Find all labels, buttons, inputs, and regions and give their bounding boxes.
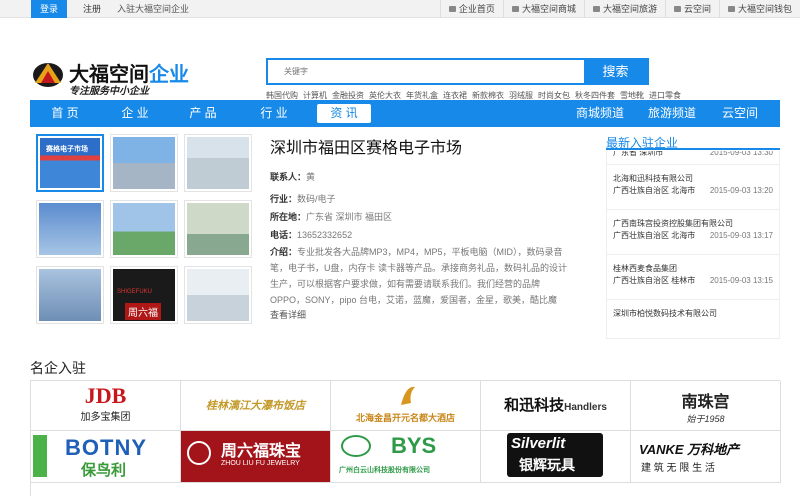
brand-jdb[interactable]: JDB 加多宝集团 [31,381,181,431]
nav-travel-channel[interactable]: 旅游频道 [642,100,702,127]
gallery-thumb[interactable] [36,266,104,324]
building-image [187,137,249,189]
main-nav: 首 页 企 业 产 品 行 业 资 讯 商城频道 旅游频道 云空间 [30,100,780,127]
building-image [187,269,249,321]
search-button[interactable]: 搜索 [584,60,647,83]
nav-mall-channel[interactable]: 商城频道 [570,100,630,127]
building-image [187,203,249,255]
company-detail: 深圳市福田区赛格电子市场 联系人：黄 行业：数码/电子 所在地：广东省 深圳市 … [270,134,570,322]
top-link-label: 云空间 [683,4,711,14]
logo-slogan: 专注服务中小企业 [69,86,149,97]
top-link-label: 大福空间钱包 [737,4,792,14]
gallery-thumb[interactable] [110,134,178,192]
top-link-wallet[interactable]: 大福空间钱包 [718,0,800,18]
company-gallery: 赛格电子市场 SHIGEFUKU 周六福 [36,134,254,330]
phone-row: 电话：13652332652 [270,230,353,240]
nav-products[interactable]: 产 品 [173,100,233,127]
gallery-thumb[interactable] [36,200,104,258]
join-link[interactable]: 入驻大福空间企业 [117,0,189,18]
brand-handlers[interactable]: 和迅科技Handlers [481,381,631,431]
baiyunshan-logo-icon [341,435,371,457]
brand-bys[interactable]: BYS 广州白云山科技股份有限公司 [331,431,481,483]
top-link-travel[interactable]: 大福空间旅游 [583,0,665,18]
plane-icon [592,6,600,12]
company-title: 深圳市福田区赛格电子市场 [270,140,463,157]
nav-home[interactable]: 首 页 [35,100,95,127]
intro-text: 介绍：专业批发各大品牌MP3，MP4，MP5，平板电脑（MID），数码录音笔，电… [270,247,568,305]
wallet-icon [727,6,735,12]
new-companies-list: 广东省 深圳市 2015-09-03 13:30 北海和迅科技有限公司 广西壮族自… [606,151,780,339]
botny-logo-icon [33,435,47,477]
nav-cloud[interactable]: 云空间 [710,100,770,127]
gallery-thumb[interactable] [110,200,178,258]
brand-vanke[interactable]: VANKE 万科地产 建 筑 无 限 生 活 [631,431,781,483]
brand-zhouliufu[interactable]: 周六福珠宝 ZHOU LIU FU JEWELRY [181,431,331,483]
building-image [113,137,175,189]
cloud-icon [673,6,681,12]
gallery-thumb[interactable]: SHIGEFUKU 周六福 [110,266,178,324]
brands-title: 名企入驻 [30,360,86,376]
shop-sign-image: SHIGEFUKU 周六福 [113,269,175,321]
search-input[interactable] [268,60,586,83]
top-link-home[interactable]: 企业首页 [439,0,503,18]
list-item[interactable]: 桂林西麦食品集团 广西壮族自治区 桂林市 2015-09-03 13:15 [607,255,779,300]
top-link-mall[interactable]: 大福空间商城 [502,0,584,18]
building-image [39,269,101,321]
brand-guilin-hotel[interactable]: 桂林漓江大瀑布饭店 [181,381,331,431]
gallery-thumb[interactable] [184,134,252,192]
industry-row: 行业：数码/电子 [270,194,336,204]
register-link[interactable]: 注册 [72,0,112,18]
zlf-logo-icon [187,441,211,465]
home-icon [448,6,456,12]
building-image [113,203,175,255]
login-link[interactable]: 登录 [31,0,67,18]
building-image [39,203,101,255]
view-detail-link[interactable]: 查看详细 [270,308,570,322]
gallery-thumb[interactable] [184,200,252,258]
search-box: 搜索 [266,58,649,85]
gallery-thumb[interactable] [184,266,252,324]
contact-row: 联系人：黄 [270,172,316,182]
top-link-cloud[interactable]: 云空间 [664,0,719,18]
list-item[interactable]: 广东省 深圳市 2015-09-03 13:30 [607,151,779,165]
panel-title: 最新入驻企业 [606,134,780,150]
nav-enterprise[interactable]: 企 业 [105,100,165,127]
brand-silverlit[interactable]: Silverlit 银辉玩具 [481,431,631,483]
storefront-image: 赛格电子市场 [40,138,100,188]
gallery-thumb[interactable]: 赛格电子市场 [36,134,104,192]
brand-botny[interactable]: BOTNY 保鸟利 [31,431,181,483]
top-bar: 登录 注册 入驻大福空间企业 企业首页 大福空间商城 大福空间旅游 云空间 大福… [0,0,800,18]
new-companies-panel: 最新入驻企业 广东省 深圳市 2015-09-03 13:30 北海和迅科技有限公… [606,134,780,339]
logo-mark-icon [33,63,63,87]
hotel-bird-icon [401,386,415,405]
header: 大福空间企业 专注服务中小企业 搜索 韩国代购 计算机 金融投资 英伦大衣 年货… [0,18,800,100]
top-link-label: 大福空间商城 [521,4,576,14]
nav-industry[interactable]: 行 业 [244,100,304,127]
site-logo[interactable]: 大福空间企业 专注服务中小企业 [31,57,191,97]
list-item[interactable]: 广西南珠宫投资控股集团有限公司 广西壮族自治区 北海市 2015-09-03 13… [607,210,779,255]
top-links: 企业首页 大福空间商城 大福空间旅游 云空间 大福空间钱包 [439,0,800,18]
brands-grid: JDB 加多宝集团 桂林漓江大瀑布饭店 北海金昌开元名都大酒店 和迅科技Hand… [30,380,781,496]
brand-beihai-hotel[interactable]: 北海金昌开元名都大酒店 [331,381,481,431]
list-item[interactable]: 北海和迅科技有限公司 广西壮族自治区 北海市 2015-09-03 13:20 [607,165,779,210]
top-link-label: 大福空间旅游 [602,4,657,14]
top-link-label: 企业首页 [458,4,495,14]
location-row: 所在地：广东省 深圳市 福田区 [270,212,393,222]
nav-news[interactable]: 资 讯 [317,104,371,123]
brand-nanzhugong[interactable]: 南珠宫 始于1958 [631,381,781,431]
cart-icon [511,6,519,12]
list-item[interactable]: 深圳市柏悦数码技术有限公司 [607,300,779,338]
